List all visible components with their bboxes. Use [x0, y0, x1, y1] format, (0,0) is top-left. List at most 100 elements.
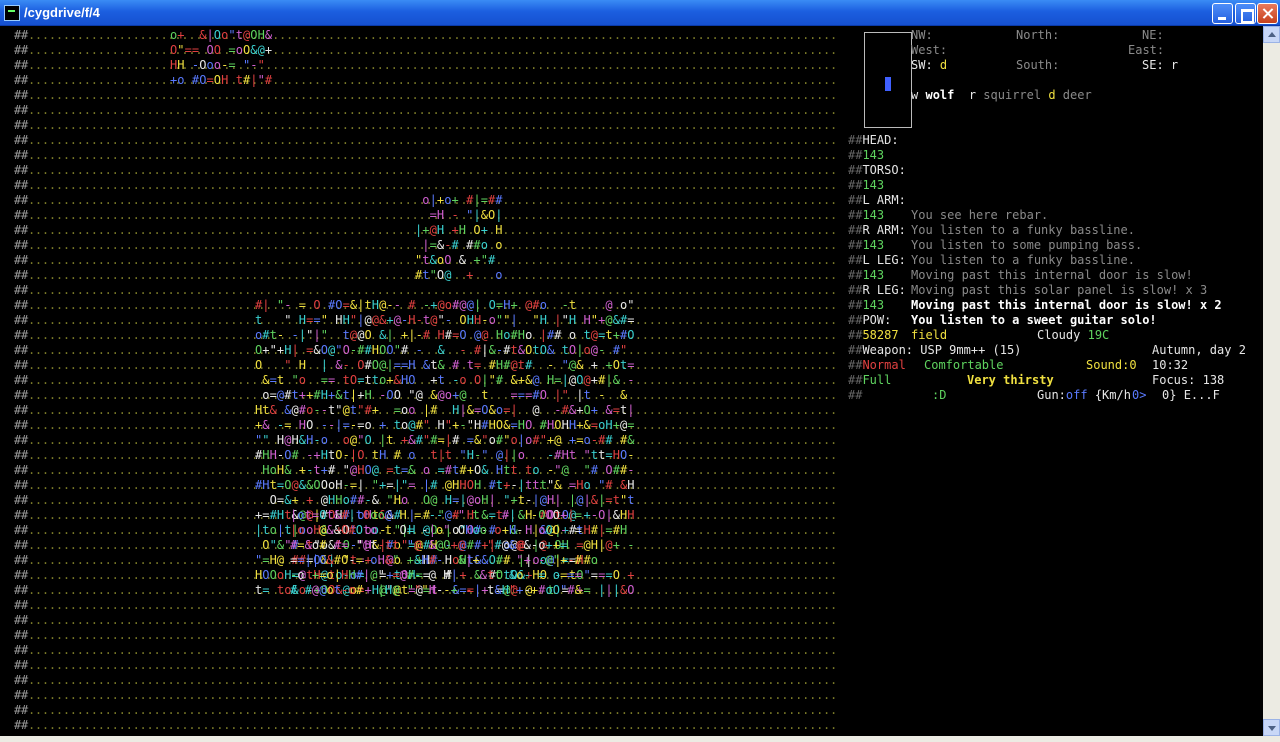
weather: Cloudy 19C [1037, 328, 1110, 342]
terrain-strip: ........................................… [27, 163, 838, 177]
thirst-status: Very thirsty [967, 373, 1054, 387]
map-edge: ## [14, 568, 28, 582]
creature-legend: w wolf r squirrel d deer [911, 88, 1092, 102]
terrain-strip: ........................................… [27, 133, 838, 147]
terrain-strip: ........................................… [27, 73, 838, 87]
map-edge: ## [14, 433, 28, 447]
terrain-strip: ........................................… [27, 268, 838, 282]
map-edge: ## [14, 283, 28, 297]
map-row: ##......................................… [14, 178, 837, 193]
map-row: ##......................................… [14, 583, 837, 598]
torso-hp: ##143 [848, 178, 885, 192]
sound-level: Sound:0 [1086, 358, 1137, 372]
map-edge: ## [14, 28, 28, 42]
terrain-strip: ........................................… [27, 103, 838, 117]
rarm-label: ##R ARM: [848, 223, 906, 237]
speed-current: 0> [1132, 388, 1147, 402]
window-title: /cygdrive/f/4 [24, 5, 100, 20]
scroll-up-arrow-icon[interactable] [1263, 26, 1280, 43]
map-row: ##......................................… [14, 28, 837, 43]
map-edge: ## [14, 478, 28, 492]
message-log-line: Moving past this solar panel is slow! x … [911, 283, 1208, 297]
terrain-strip: ........................................… [27, 238, 838, 252]
terrain-strip: ........................................… [27, 628, 838, 642]
map-edge: ## [14, 583, 28, 597]
map-edge: ## [14, 73, 28, 87]
map-row: ##......................................… [14, 553, 837, 568]
terrain-strip: ........................................… [27, 643, 838, 657]
message-log-line: You listen to a funky bassline. [911, 223, 1135, 237]
map-row: ##......................................… [14, 628, 837, 643]
map-row: ##......................................… [14, 163, 837, 178]
map-row: ##......................................… [14, 418, 837, 433]
map-edge: ## [14, 298, 28, 312]
map-edge: ## [14, 193, 28, 207]
status-row-edge: ## [848, 388, 863, 402]
terrain-strip: ........................................… [27, 178, 838, 192]
larm-hp: ##143 [848, 208, 885, 222]
map-edge: ## [14, 508, 28, 522]
terrain-strip: ........................................… [27, 673, 838, 687]
map-edge: ## [14, 658, 28, 672]
head-label: ##HEAD: [848, 133, 899, 147]
map-row: ##......................................… [14, 433, 837, 448]
map-row: ##......................................… [14, 463, 837, 478]
terrain-strip: ........................................… [27, 118, 838, 132]
map-row: ##......................................… [14, 328, 837, 343]
hunger-status: ##Full [848, 373, 892, 387]
map-row: ##......................................… [14, 238, 837, 253]
window-bottom-edge [0, 736, 1280, 742]
rleg-label: ##R LEG: [848, 283, 906, 297]
map-row: ##......................................… [14, 133, 837, 148]
map-edge: ## [14, 613, 28, 627]
close-button[interactable] [1257, 3, 1278, 24]
map-edge: ## [14, 238, 28, 252]
terrain-strip: ........................................… [27, 148, 838, 162]
terrain-strip: ........................................… [27, 58, 838, 72]
torso-label: ##TORSO: [848, 163, 906, 177]
map-row: ##......................................… [14, 343, 837, 358]
terrain-strip: ........................................… [27, 718, 838, 732]
terrain-strip: ........................................… [27, 358, 838, 372]
terrain-strip: ........................................… [27, 298, 838, 312]
location-name: field [911, 328, 948, 342]
terminal-app-icon[interactable] [4, 5, 20, 21]
side-panel: NW: North: NE: West: East: SW: d South: … [848, 26, 1263, 736]
map-row: ##......................................… [14, 568, 837, 583]
map-row: ##......................................… [14, 118, 837, 133]
overmap-north: North: [1016, 28, 1060, 42]
maximize-button[interactable] [1235, 3, 1256, 24]
vertical-scrollbar[interactable] [1263, 26, 1280, 736]
terrain-strip: ........................................… [27, 43, 838, 57]
lleg-label: ##L LEG: [848, 253, 906, 267]
map-edge: ## [14, 463, 28, 477]
map-row: ##......................................… [14, 358, 837, 373]
map-edge: ## [14, 703, 28, 717]
terminal-view[interactable]: ##......................................… [0, 26, 1263, 736]
terrain-strip: ........................................… [27, 463, 838, 477]
terrain-strip: ........................................… [27, 28, 838, 42]
map-edge: ## [14, 523, 28, 537]
comfort-status: Comfortable [924, 358, 1004, 372]
window-titlebar: /cygdrive/f/4 [0, 0, 1280, 26]
terrain-strip: ........................................… [27, 433, 838, 447]
terrain-strip: ........................................… [27, 88, 838, 102]
map-row: ##......................................… [14, 538, 837, 553]
terrain-strip: ........................................… [27, 598, 838, 612]
map-edge: ## [14, 118, 28, 132]
map-edge: ## [14, 388, 28, 402]
scroll-down-arrow-icon[interactable] [1263, 719, 1280, 736]
map-row: ##......................................… [14, 643, 837, 658]
map-edge: ## [14, 358, 28, 372]
map-row: ##......................................… [14, 523, 837, 538]
message-log-line: Moving past this internal door is slow! … [911, 298, 1222, 312]
pow-label: ##POW: [848, 313, 892, 327]
terrain-strip: ........................................… [27, 493, 838, 507]
overmap-nw: NW: [911, 28, 933, 42]
terrain-strip: ........................................… [27, 193, 838, 207]
map-edge: ## [14, 598, 28, 612]
message-log-line: Moving past this internal door is slow! [911, 268, 1193, 282]
minimize-button[interactable] [1212, 3, 1233, 24]
larm-label: ##L ARM: [848, 193, 906, 207]
map-edge: ## [14, 628, 28, 642]
